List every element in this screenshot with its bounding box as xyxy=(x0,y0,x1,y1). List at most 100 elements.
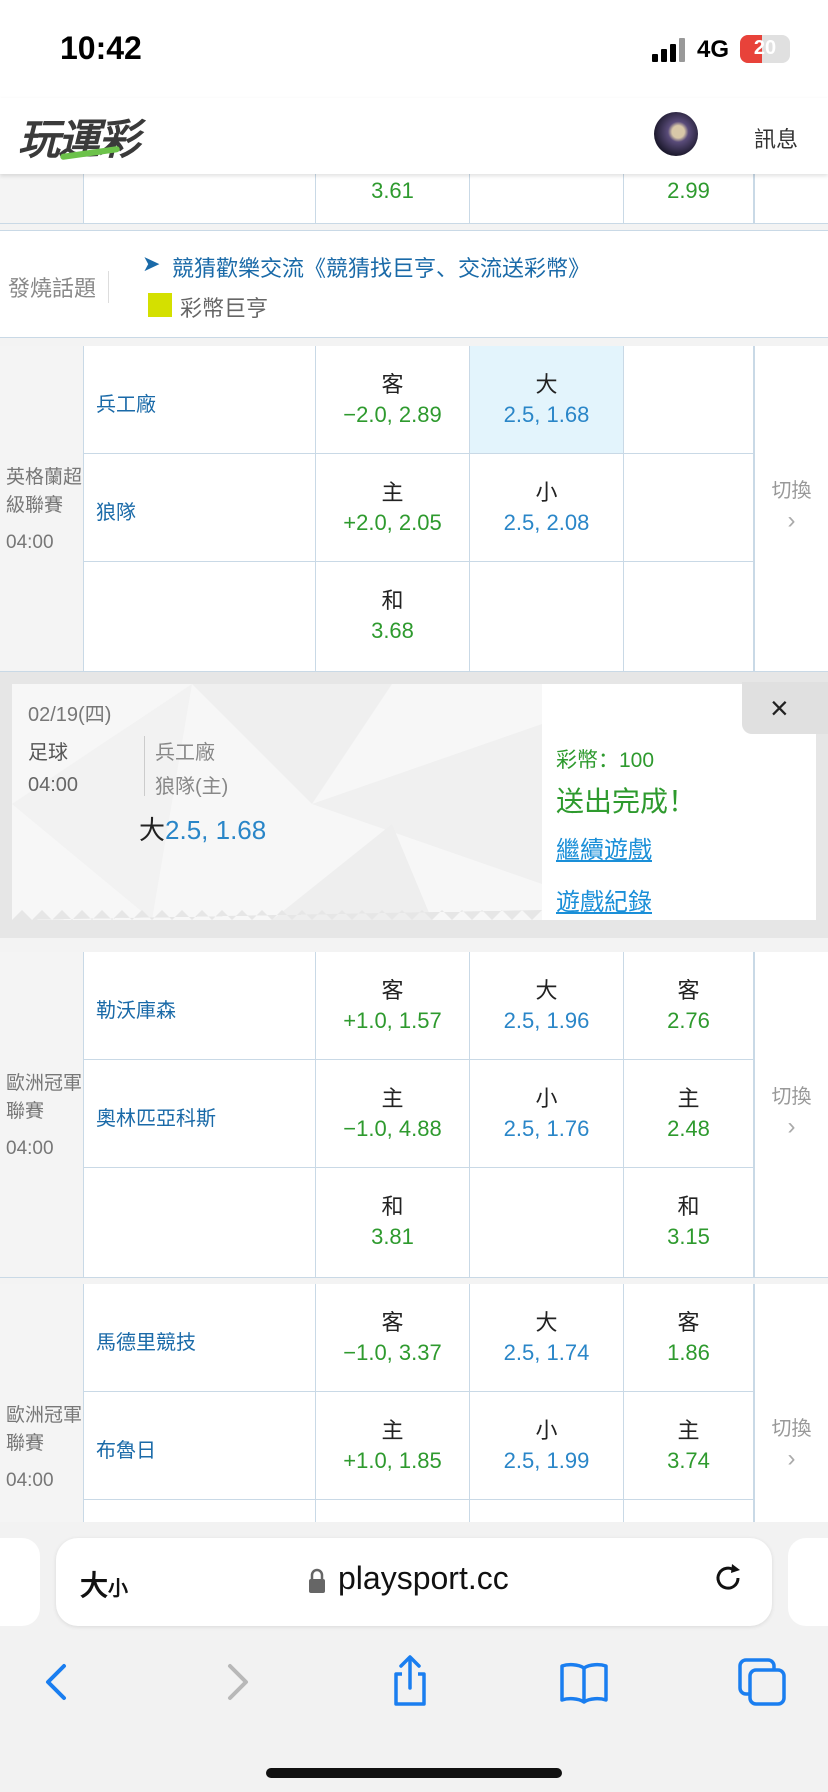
ticket-bet: 大2.5, 1.68 xyxy=(139,815,267,845)
team-empty xyxy=(84,1168,316,1278)
odds-cell-selected[interactable]: 大 2.5, 1.68 xyxy=(470,346,624,454)
chevron-right-icon: › xyxy=(787,507,796,534)
league-cell: 歐洲冠軍聯賽 04:00 xyxy=(0,1284,84,1522)
odds-cell-empty xyxy=(624,1500,754,1522)
odds-cell-empty xyxy=(470,562,624,672)
home-indicator xyxy=(266,1768,562,1778)
team-home[interactable]: 奧林匹亞科斯 xyxy=(84,1060,316,1168)
switch-button[interactable]: 切換 › xyxy=(754,346,828,672)
odds-cell[interactable]: 客 1.86 xyxy=(624,1284,754,1392)
battery-icon: 20 xyxy=(740,35,790,63)
league-name: 英格蘭超級聯賽 xyxy=(6,467,83,516)
reload-icon[interactable] xyxy=(710,1560,746,1596)
previous-tab-preview[interactable] xyxy=(0,1538,40,1626)
odds-cell[interactable]: 客 −1.0, 3.37 xyxy=(316,1284,470,1392)
odds-cell-empty xyxy=(624,346,754,454)
odds-cell[interactable]: 主 −1.0, 4.88 xyxy=(316,1060,470,1168)
forward-icon[interactable] xyxy=(206,1652,266,1712)
league-cell: 歐洲冠軍聯賽 04:00 xyxy=(0,952,84,1278)
address-bar[interactable]: 大小 playsport.cc xyxy=(56,1538,772,1626)
match-time: 04:00 xyxy=(6,532,54,553)
arrow-right-icon: ➤ xyxy=(142,251,161,276)
site-logo[interactable]: 玩運彩 xyxy=(18,106,140,167)
continue-game-link[interactable]: 繼續遊戲 xyxy=(556,830,652,865)
match-block: 歐洲冠軍聯賽 04:00 勒沃庫森 奧林匹亞科斯 客 +1.0, 1.57 大 … xyxy=(0,952,828,1278)
tabs-icon[interactable] xyxy=(732,1652,792,1712)
odds-cell[interactable]: 客 +1.0, 1.57 xyxy=(316,952,470,1060)
url-text: playsport.cc xyxy=(338,1560,509,1596)
close-button[interactable]: × xyxy=(742,682,828,734)
hot-topic-link[interactable]: 競猜歡樂交流《競猜找巨亨、交流送彩幣》 xyxy=(172,251,590,283)
odds-cell-empty xyxy=(470,1500,624,1522)
match-time: 04:00 xyxy=(6,1470,54,1491)
team-home[interactable]: 狼隊 xyxy=(84,454,316,562)
team-empty xyxy=(84,1500,316,1522)
odds-cell[interactable]: 客 −2.0, 2.89 xyxy=(316,346,470,454)
match-block: 英格蘭超級聯賽 04:00 兵工廠 狼隊 客 −2.0, 2.89 大 2.5,… xyxy=(0,346,828,672)
odds-cell[interactable]: 和 3.15 xyxy=(624,1168,754,1278)
network-type: 4G xyxy=(697,36,730,63)
ticket-away-team: 兵工廠 xyxy=(155,742,215,764)
ticket-divider xyxy=(144,736,145,796)
signal-icon xyxy=(652,38,688,62)
team-away[interactable]: 馬德里競技 xyxy=(84,1284,316,1392)
chevron-right-icon: › xyxy=(787,1445,796,1472)
odds-value[interactable]: 2.99 xyxy=(624,176,753,206)
partial-match-row: 3.61 2.99 xyxy=(0,174,828,224)
odds-cell[interactable]: 大 2.5, 1.96 xyxy=(470,952,624,1060)
status-bar: 10:42 4G 20 xyxy=(0,0,828,98)
odds-value[interactable]: 3.61 xyxy=(316,176,469,206)
chevron-right-icon: › xyxy=(787,1113,796,1140)
messages-link[interactable]: 訊息 xyxy=(754,122,798,154)
next-tab-preview[interactable] xyxy=(788,1538,828,1626)
switch-button[interactable]: 切換 › xyxy=(754,952,828,1278)
odds-cell[interactable]: 主 +1.0, 1.85 xyxy=(316,1392,470,1500)
coins-amount: 彩幣：100 xyxy=(556,749,655,772)
league-name: 歐洲冠軍聯賽 xyxy=(6,1073,83,1122)
odds-cell[interactable]: 小 2.5, 2.08 xyxy=(470,454,624,562)
odds-cell[interactable]: 小 2.5, 1.76 xyxy=(470,1060,624,1168)
switch-button[interactable]: 切換 › xyxy=(754,1284,828,1522)
odds-cell[interactable]: 和 3.68 xyxy=(316,562,470,672)
odds-cell[interactable]: 和 3.81 xyxy=(316,1168,470,1278)
odds-cell-empty xyxy=(624,562,754,672)
browser-toolbar: 大小 playsport.cc xyxy=(0,1522,828,1792)
site-header: 玩運彩 訊息 xyxy=(0,98,828,174)
odds-cell-empty xyxy=(316,1500,470,1522)
hot-topic-sub-link[interactable]: 彩幣巨亨 xyxy=(180,291,268,323)
battery-level: 20 xyxy=(753,37,777,59)
bet-ticket: 02/19(四) 足球 04:00 兵工廠 狼隊(主) 大2.5, 1.68 xyxy=(12,684,542,920)
ticket-home-team: 狼隊(主) xyxy=(155,776,229,798)
odds-cell[interactable]: 主 2.48 xyxy=(624,1060,754,1168)
ticket-date: 02/19(四) xyxy=(28,704,112,726)
team-home[interactable]: 布魯日 xyxy=(84,1392,316,1500)
share-icon[interactable] xyxy=(380,1652,440,1712)
submit-success-text: 送出完成！ xyxy=(556,786,697,817)
odds-cell[interactable]: 客 2.76 xyxy=(624,952,754,1060)
bookmarks-icon[interactable] xyxy=(554,1652,614,1712)
bet-confirmation-popup: 02/19(四) 足球 04:00 兵工廠 狼隊(主) 大2.5, 1.68 彩… xyxy=(0,672,828,938)
back-icon[interactable] xyxy=(28,1652,88,1712)
team-away[interactable]: 勒沃庫森 xyxy=(84,952,316,1060)
status-time: 10:42 xyxy=(60,30,142,66)
avatar[interactable] xyxy=(654,112,698,156)
game-history-link[interactable]: 遊戲紀錄 xyxy=(556,882,652,917)
odds-cell[interactable]: 小 2.5, 1.99 xyxy=(470,1392,624,1500)
odds-cell[interactable]: 主 +2.0, 2.05 xyxy=(316,454,470,562)
hot-topic-label: 發燒話題 xyxy=(8,271,110,303)
text-size-button[interactable]: 大小 xyxy=(80,1564,128,1604)
team-empty xyxy=(84,562,316,672)
hot-topic-panel: 發燒話題 ➤ 競猜歡樂交流《競猜找巨亨、交流送彩幣》 彩幣巨亨 xyxy=(0,230,828,338)
odds-cell-empty xyxy=(470,1168,624,1278)
odds-cell-empty xyxy=(624,454,754,562)
league-cell: 英格蘭超級聯賽 04:00 xyxy=(0,346,84,672)
square-icon xyxy=(148,293,172,317)
lock-icon xyxy=(309,1568,325,1593)
odds-cell[interactable]: 大 2.5, 1.74 xyxy=(470,1284,624,1392)
ticket-time: 04:00 xyxy=(28,774,79,796)
close-icon: × xyxy=(770,690,789,726)
odds-cell[interactable]: 主 3.74 xyxy=(624,1392,754,1500)
team-away[interactable]: 兵工廠 xyxy=(84,346,316,454)
league-name: 歐洲冠軍聯賽 xyxy=(6,1405,83,1454)
match-time: 04:00 xyxy=(6,1138,54,1159)
